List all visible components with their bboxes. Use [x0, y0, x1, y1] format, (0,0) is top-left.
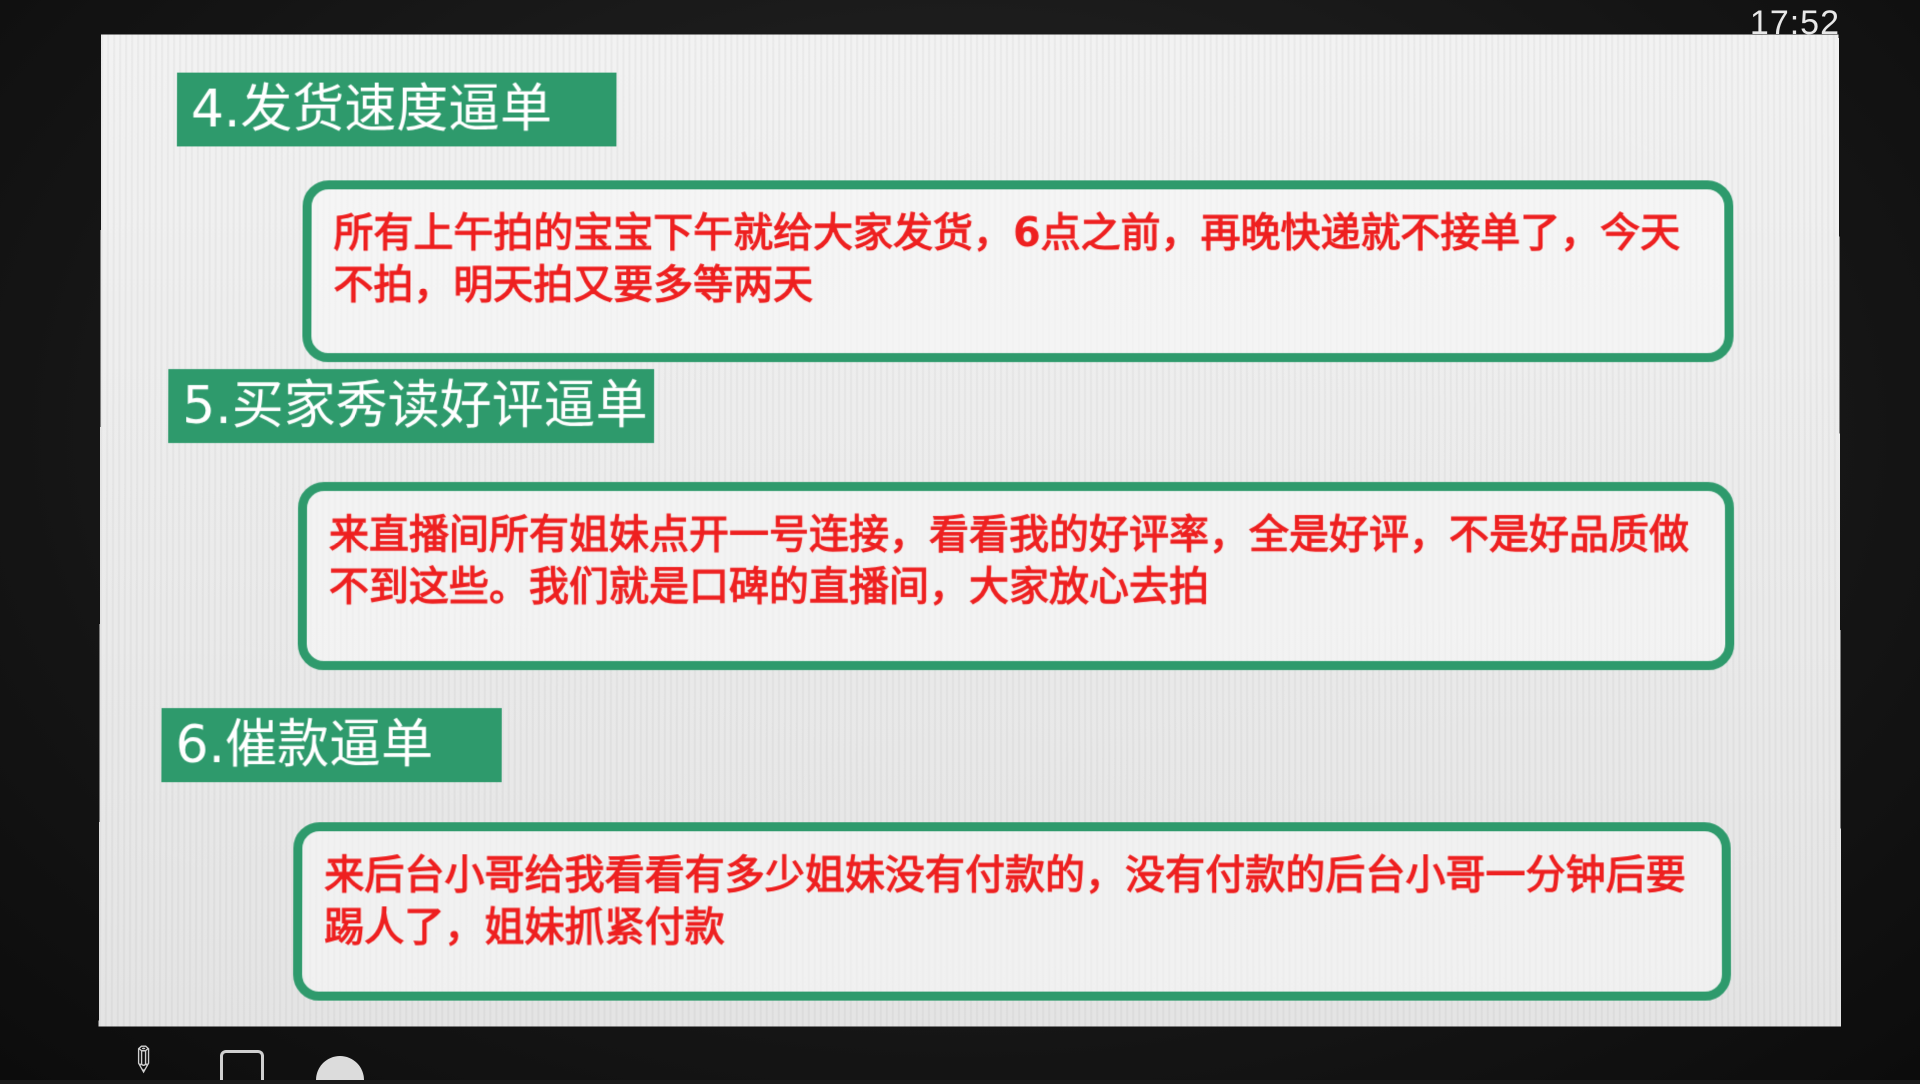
screenshot-icon[interactable] — [220, 1050, 264, 1080]
section-box-shipping-speed: 所有上午拍的宝宝下午就给大家发货，6点之前，再晚快递就不接单了，今天不拍，明天拍… — [302, 180, 1734, 363]
section-box-payment-reminder: 来后台小哥给我看看有多少姐妹没有付款的，没有付款的后台小哥一分钟后要踢人了，姐妹… — [293, 822, 1732, 1001]
presentation-slide: 4.发货速度逼单 所有上午拍的宝宝下午就给大家发货，6点之前，再晚快递就不接单了… — [98, 34, 1842, 1027]
device-screen: 17:52 4.发货速度逼单 所有上午拍的宝宝下午就给大家发货，6点之前，再晚快… — [0, 0, 1920, 1084]
pen-icon[interactable]: ✎ — [118, 1036, 166, 1084]
section-text-buyer-reviews: 来直播间所有姐妹点开一号连接，看看我的好评率，全是好评，不是好品质做不到这些。我… — [328, 512, 1690, 611]
section-text-shipping-speed: 所有上午拍的宝宝下午就给大家发货，6点之前，再晚快递就不接单了，今天不拍，明天拍… — [333, 210, 1681, 309]
section-header-payment-reminder: 6.催款逼单 — [161, 708, 502, 783]
section-header-buyer-reviews: 5.买家秀读好评逼单 — [168, 369, 655, 444]
section-header-shipping-speed: 4.发货速度逼单 — [176, 72, 617, 147]
section-text-payment-reminder: 来后台小哥给我看看有多少姐妹没有付款的，没有付款的后台小哥一分钟后要踢人了，姐妹… — [324, 852, 1686, 951]
circle-icon[interactable] — [316, 1056, 364, 1080]
section-box-buyer-reviews: 来直播间所有姐妹点开一号连接，看看我的好评率，全是好评，不是好品质做不到这些。我… — [297, 482, 1735, 671]
bottom-toolbar: ✎ — [0, 1026, 1920, 1084]
